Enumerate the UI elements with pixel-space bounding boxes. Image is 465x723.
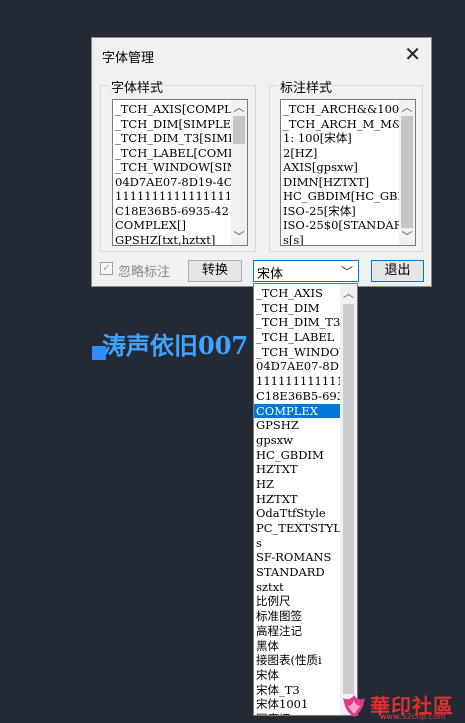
font-select-dropdown[interactable]: _TCH_AXIS _TCH_DIM _TCH_DIM_T3 _TCH_LABEL _T… (253, 283, 358, 716)
scroll-down-icon[interactable]: ﹀ (399, 229, 415, 245)
font-select[interactable]: 宋体 ﹀ (253, 260, 359, 282)
list-item[interactable]: HZTXT (254, 492, 340, 507)
list-item[interactable]: _TCH_WINDOW[SIMP (113, 160, 231, 175)
list-item[interactable]: 宋体1001 (254, 697, 340, 712)
grip-marker[interactable] (92, 346, 106, 360)
font-style-group: 字体样式 _TCH_AXIS[COMPLE _TCH_DIM[SIMPLEX _TC… (100, 77, 256, 252)
list-item[interactable]: _TCH_ARCH_M_M&&1 (281, 117, 399, 132)
list-item[interactable]: 接图表(性质i (254, 653, 340, 668)
list-item[interactable]: 宋体_T3 (254, 683, 340, 698)
list-item[interactable]: 图廓间 (254, 712, 340, 715)
list-item[interactable]: HC_GBDIM (254, 448, 340, 463)
list-item[interactable]: 1: 100[宋体] (281, 131, 399, 146)
list-item[interactable]: 111111111111 (254, 374, 340, 389)
scroll-thumb[interactable] (233, 116, 245, 144)
list-item[interactable]: ISO-25[宋体] (281, 204, 399, 219)
scroll-up-icon[interactable]: ︿ (399, 100, 415, 116)
list-item[interactable]: 宋体 (254, 668, 340, 683)
list-item[interactable]: s (254, 536, 340, 551)
list-item[interactable]: 1111111111111111 (113, 189, 231, 204)
list-item[interactable]: C18E36B5-6935-42 (113, 204, 231, 219)
dim-style-list[interactable]: _TCH_ARCH&&100[宋_TCH_ARCH_M_M&&11: 100[宋… (280, 99, 416, 246)
list-item[interactable]: gpsxw (254, 433, 340, 448)
list-item[interactable]: STANDARD (254, 565, 340, 580)
list-item[interactable]: C18E36B5-693 (254, 389, 340, 404)
convert-button[interactable]: 转换 (188, 260, 242, 282)
dim-list-scrollbar[interactable]: ︿ ﹀ (399, 100, 415, 245)
list-item[interactable]: ISO-25$0[STANDAR (281, 218, 399, 233)
list-item[interactable]: GPSHZ (254, 418, 340, 433)
list-item[interactable]: _TCH_DIM (254, 301, 340, 316)
close-icon[interactable]: ✕ (404, 42, 421, 66)
flower-logo-icon (343, 695, 365, 717)
dim-style-group: 标注样式 _TCH_ARCH&&100[宋_TCH_ARCH_M_M&&11: … (269, 77, 423, 252)
scroll-thumb[interactable] (401, 116, 413, 228)
font-select-value: 宋体 (257, 267, 284, 282)
list-item[interactable]: _TCH_DIM_T3 (254, 315, 340, 330)
font-style-list[interactable]: _TCH_AXIS[COMPLE _TCH_DIM[SIMPLEX _TCH_DIM… (112, 99, 248, 246)
scroll-down-icon[interactable]: ﹀ (231, 229, 247, 245)
scroll-up-icon[interactable]: ︿ (340, 286, 357, 302)
chevron-down-icon[interactable]: ﹀ (341, 263, 353, 280)
list-item[interactable]: AXIS[gpsxw] (281, 160, 399, 175)
list-item[interactable]: 04D7AE07-8D1 (254, 359, 340, 374)
list-item[interactable]: _TCH_WINDOW (254, 345, 340, 360)
list-item[interactable]: _TCH_AXIS[COMPLE (113, 102, 231, 117)
font-style-label: 字体样式 (109, 77, 166, 96)
list-item[interactable]: _TCH_DIM_T3[SIMP (113, 131, 231, 146)
canvas-text: 涛声依旧007 (102, 331, 249, 360)
ignore-dim-label: 忽略标注 (118, 265, 171, 280)
list-item[interactable]: SF-ROMANS (254, 550, 340, 565)
scroll-up-icon[interactable]: ︿ (231, 100, 247, 116)
list-item[interactable]: COMPLEX (254, 403, 340, 419)
list-item[interactable]: 高程注记 (254, 624, 340, 639)
list-item[interactable]: GPSHZ[txt,hztxt] (113, 233, 231, 246)
list-item[interactable]: DIMN[HZTXT] (281, 175, 399, 190)
list-item[interactable]: 标准图签 (254, 609, 340, 624)
list-item[interactable]: _TCH_ARCH&&100[宋 (281, 102, 399, 117)
watermark-url: www.52cnp.com (380, 712, 446, 721)
exit-button[interactable]: 退出 (371, 260, 424, 282)
list-item[interactable]: HZ (254, 477, 340, 492)
list-item[interactable]: sztxt (254, 580, 340, 595)
list-item[interactable]: COMPLEX[] (113, 218, 231, 233)
list-item[interactable]: HC_GBDIM[HC_GBDI (281, 189, 399, 204)
list-item[interactable]: 04D7AE07-8D19-4C (113, 175, 231, 190)
list-item[interactable]: HZTXT (254, 462, 340, 477)
scroll-thumb[interactable] (343, 304, 354, 694)
dropdown-scrollbar[interactable]: ︿ ﹀ (340, 284, 357, 715)
list-item[interactable]: 2[HZ] (281, 146, 399, 161)
dim-style-label: 标注样式 (278, 77, 335, 96)
font-list-scrollbar[interactable]: ︿ ﹀ (231, 100, 247, 245)
font-manager-dialog: 字体管理 ✕ 字体样式 _TCH_AXIS[COMPLE _TCH_DIM[SIM… (91, 37, 432, 287)
list-item[interactable]: 比例尺 (254, 594, 340, 609)
list-item[interactable]: _TCH_LABEL (254, 330, 340, 345)
list-item[interactable]: OdaTtfStyle (254, 506, 340, 521)
list-item[interactable]: _TCH_LABEL[COMPL (113, 146, 231, 161)
list-item[interactable]: PC_TEXTSTYLE (254, 521, 340, 536)
list-item[interactable]: _TCH_DIM[SIMPLEX (113, 117, 231, 132)
list-item[interactable]: s[s] (281, 233, 399, 246)
list-item[interactable]: _TCH_AXIS (254, 286, 340, 301)
dialog-title: 字体管理 (102, 51, 155, 66)
ignore-dim-checkbox[interactable]: ✓ (100, 262, 113, 275)
list-item[interactable]: 黑体 (254, 639, 340, 654)
watermark: 華印社區 www.52cnp.com (340, 690, 465, 723)
